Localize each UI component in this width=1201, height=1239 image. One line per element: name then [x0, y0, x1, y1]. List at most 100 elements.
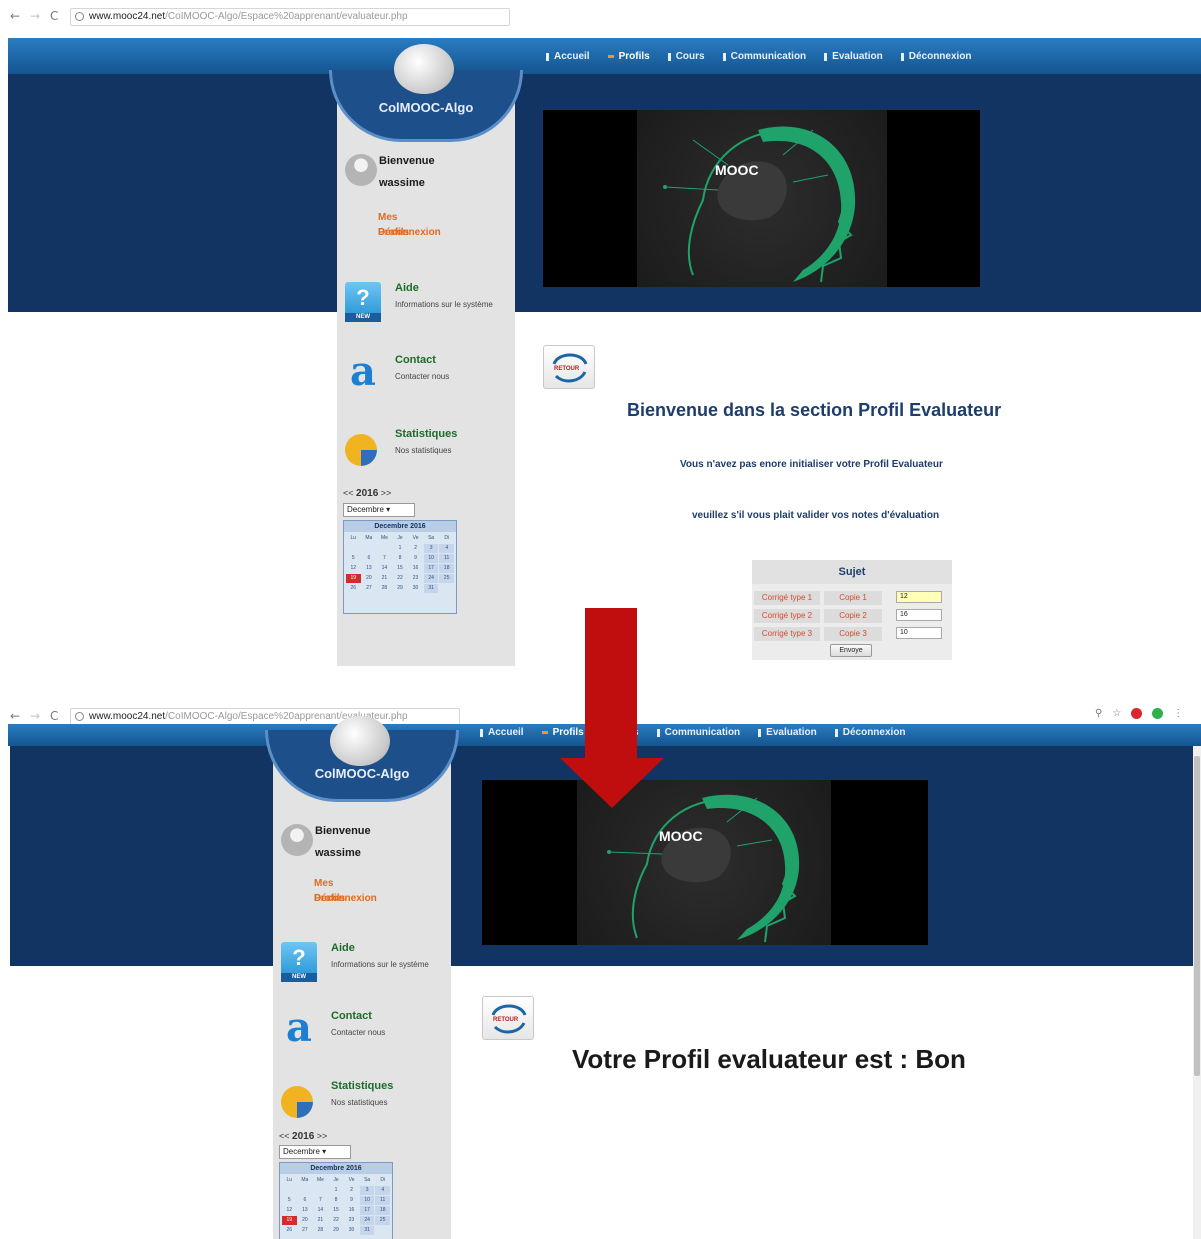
calendar-day[interactable]: 10 — [423, 554, 439, 563]
calendar-day[interactable]: 23 — [344, 1216, 359, 1225]
logout-link[interactable]: Déconnexion — [378, 225, 441, 240]
calendar[interactable]: Decembre 2016 Lu Ma Me Je Ve Sa Di 1 2 3 4 5 6 7 8 9 10 1… — [343, 520, 457, 614]
menu-item-evaluation[interactable]: Evaluation — [824, 51, 883, 62]
menu-item-deconnexion[interactable]: Déconnexion — [900, 51, 972, 62]
calendar-day[interactable]: 18 — [375, 1206, 390, 1215]
forward-icon[interactable]: → — [30, 9, 40, 23]
sidebar-item-help[interactable]: ? NEW Aide Informations sur le système — [281, 942, 441, 986]
calendar-day[interactable]: 16 — [408, 564, 423, 573]
forward-icon[interactable]: → — [30, 709, 40, 723]
calendar-day[interactable]: 18 — [439, 564, 454, 573]
note-input[interactable]: 12 — [896, 591, 942, 603]
menu-item-accueil[interactable]: Accueil — [546, 51, 590, 62]
calendar-day[interactable]: 25 — [375, 1216, 390, 1225]
menu-item-communication[interactable]: Communication — [722, 51, 806, 62]
calendar-day[interactable]: 22 — [329, 1216, 344, 1225]
calendar-day[interactable]: 7 — [377, 554, 392, 563]
calendar-day[interactable]: 17 — [359, 1206, 375, 1215]
calendar-day[interactable]: 5 — [346, 554, 361, 563]
calendar-day[interactable]: 9 — [344, 1196, 359, 1205]
sidebar-item-contact[interactable]: a Contact Contacter nous — [281, 1008, 441, 1054]
reload-icon[interactable]: C — [50, 9, 58, 23]
calendar-day[interactable]: 6 — [362, 554, 377, 563]
retour-button[interactable]: RETOUR — [543, 345, 595, 389]
calendar-day[interactable]: 30 — [408, 584, 423, 593]
corrige-link[interactable]: Corrigé type 3 — [754, 627, 820, 641]
calendar-day[interactable]: 21 — [377, 574, 392, 583]
submit-button[interactable]: Envoye — [830, 644, 872, 657]
calendar-day[interactable]: 15 — [329, 1206, 344, 1215]
retour-button[interactable]: RETOUR — [482, 996, 534, 1040]
sidebar-item-help[interactable]: ? NEW Aide Informations sur le système — [345, 282, 505, 326]
menu-item-profils[interactable]: Profils — [607, 51, 650, 62]
page-scrollbar[interactable] — [1193, 746, 1201, 1239]
calendar-day[interactable]: 3 — [359, 1186, 375, 1195]
menu-item-communication[interactable]: Communication — [656, 727, 740, 738]
calendar-day[interactable]: 27 — [362, 584, 377, 593]
calendar-day[interactable]: 27 — [298, 1226, 313, 1235]
calendar-day[interactable]: 29 — [393, 584, 408, 593]
adblock-icon[interactable] — [1131, 708, 1143, 719]
calendar-day[interactable]: 14 — [313, 1206, 328, 1215]
month-select[interactable]: Decembre ▾ — [343, 503, 415, 517]
calendar-day[interactable]: 3 — [423, 544, 439, 553]
calendar-day[interactable]: 4 — [439, 544, 454, 553]
calendar-day[interactable]: 24 — [423, 574, 439, 583]
calendar-day[interactable]: 13 — [362, 564, 377, 573]
calendar-day[interactable]: 20 — [298, 1216, 313, 1225]
year-prev-button[interactable]: << — [343, 488, 354, 498]
calendar-day[interactable]: 7 — [313, 1196, 328, 1205]
calendar-day[interactable]: 17 — [423, 564, 439, 573]
calendar-day[interactable]: 26 — [282, 1226, 297, 1235]
back-icon[interactable]: ← — [10, 9, 20, 23]
calendar-day[interactable]: 26 — [346, 584, 361, 593]
calendar-day[interactable]: 14 — [377, 564, 392, 573]
calendar-day[interactable]: 31 — [423, 584, 439, 593]
year-prev-button[interactable]: << — [279, 1131, 290, 1141]
calendar-day[interactable]: 10 — [359, 1196, 375, 1205]
menu-item-evaluation[interactable]: Evaluation — [758, 727, 817, 738]
corrige-link[interactable]: Corrigé type 2 — [754, 609, 820, 623]
copie-link[interactable]: Copie 3 — [824, 627, 882, 641]
calendar-day[interactable]: 12 — [282, 1206, 297, 1215]
note-input[interactable]: 16 — [896, 609, 942, 621]
calendar-day[interactable]: 12 — [346, 564, 361, 573]
calendar[interactable]: Decembre 2016 Lu Ma Me Je Ve Sa Di 1 2 3 4 5 6 7 8 9 10 1… — [279, 1162, 393, 1239]
calendar-day[interactable]: 31 — [359, 1226, 375, 1235]
month-select[interactable]: Decembre ▾ — [279, 1145, 351, 1159]
calendar-day[interactable]: 1 — [329, 1186, 344, 1195]
video-player[interactable]: MOOC — [482, 780, 928, 945]
star-icon[interactable]: ☆ — [1112, 708, 1121, 719]
calendar-day[interactable]: 22 — [393, 574, 408, 583]
calendar-day[interactable]: 6 — [298, 1196, 313, 1205]
calendar-day[interactable]: 25 — [439, 574, 454, 583]
extension-icon[interactable] — [1152, 708, 1164, 719]
site-logo[interactable]: ColMOOC-Algo — [337, 100, 515, 115]
calendar-day[interactable]: 1 — [393, 544, 408, 553]
menu-item-deconnexion[interactable]: Déconnexion — [834, 727, 906, 738]
scrollbar-thumb[interactable] — [1194, 756, 1200, 1076]
calendar-day[interactable]: 5 — [282, 1196, 297, 1205]
address-bar[interactable]: www.mooc24.net/CoIMOOC-Algo/Espace%20app… — [70, 8, 510, 26]
calendar-day[interactable]: 16 — [344, 1206, 359, 1215]
note-input[interactable]: 10 — [896, 627, 942, 639]
sidebar-item-stats[interactable]: Statistiques Nos statistiques — [345, 428, 505, 472]
copie-link[interactable]: Copie 2 — [824, 609, 882, 623]
logout-link[interactable]: Déconnexion — [314, 891, 377, 906]
calendar-day[interactable]: 23 — [408, 574, 423, 583]
calendar-day[interactable]: 2 — [344, 1186, 359, 1195]
site-logo[interactable]: ColMOOC-Algo — [273, 766, 451, 781]
calendar-day[interactable]: 8 — [329, 1196, 344, 1205]
calendar-day[interactable]: 29 — [329, 1226, 344, 1235]
copie-link[interactable]: Copie 1 — [824, 591, 882, 605]
calendar-day[interactable]: 19 — [282, 1216, 297, 1225]
calendar-day[interactable]: 21 — [313, 1216, 328, 1225]
calendar-day[interactable]: 28 — [377, 584, 392, 593]
calendar-day[interactable]: 13 — [298, 1206, 313, 1215]
sidebar-item-stats[interactable]: Statistiques Nos statistiques — [281, 1080, 441, 1124]
calendar-day[interactable]: 19 — [346, 574, 361, 583]
calendar-day[interactable]: 11 — [375, 1196, 390, 1205]
year-next-button[interactable]: >> — [317, 1131, 328, 1141]
zoom-icon[interactable]: ⚲ — [1095, 708, 1102, 719]
year-next-button[interactable]: >> — [381, 488, 392, 498]
